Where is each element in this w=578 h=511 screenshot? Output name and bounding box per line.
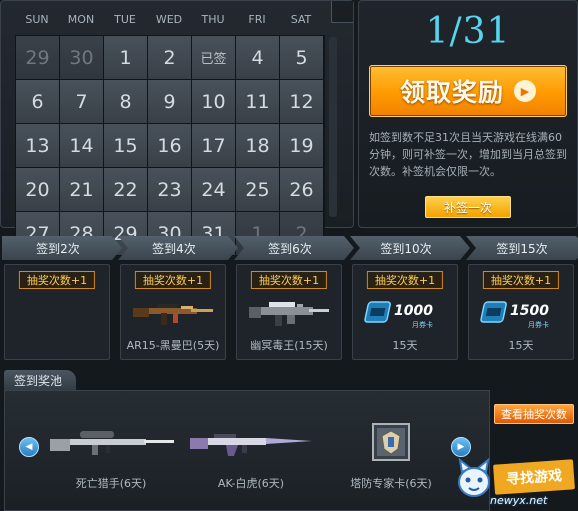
calendar-day[interactable]: 1: [104, 36, 147, 79]
milestone-title: 签到2次: [2, 236, 122, 260]
draw-count-badge: 抽奖次数+1: [250, 271, 328, 289]
draw-count-badge: 抽奖次数+1: [482, 271, 560, 289]
calendar-day[interactable]: 4: [236, 36, 279, 79]
watermark-tag: 寻找游戏: [493, 459, 575, 495]
prev-arrow-icon[interactable]: ◀: [19, 437, 39, 457]
pool-item: 塔防专家卡(6天): [321, 419, 461, 499]
milestone-card: 抽奖次数+1 1500 月券卡 15天: [468, 264, 574, 360]
pool-item-name: 塔防专家卡(6天): [350, 477, 432, 490]
play-arrow-icon: ▶: [514, 80, 536, 102]
resign-button[interactable]: 补签一次: [425, 196, 511, 218]
watermark-site: newyx.net: [490, 494, 548, 507]
resign-description: 如签到数不足31次且当天游戏在线满60分钟，则可补签一次，增加到当月总签到次数。…: [369, 131, 567, 178]
calendar-day[interactable]: 12: [280, 80, 323, 123]
calendar-day[interactable]: 23: [148, 168, 191, 211]
weekday-sat: SAT: [290, 13, 312, 26]
reward-pool-body: ◀ 死亡猎手(6天) AK-白虎(6天) 塔防专家卡(6天) ▶: [4, 390, 490, 511]
calendar-day[interactable]: 16: [148, 124, 191, 167]
reward-name: 幽冥毒王(15天): [250, 339, 328, 352]
milestone-2: 签到2次 抽奖次数+1: [2, 236, 122, 362]
signin-progress: 1/31: [425, 11, 511, 52]
milestone-card: 抽奖次数+1 AR15-黑曼巴(5天): [120, 264, 226, 360]
weekday-header: SUN MON TUE WED THU FRI SAT: [15, 13, 325, 33]
milestone-card: 抽奖次数+1 幽冥毒王(15天): [236, 264, 342, 360]
calendar-day[interactable]: 20: [16, 168, 59, 211]
assault-rifle-icon: [181, 419, 321, 465]
defense-card-icon: [321, 419, 461, 465]
pool-item: AK-白虎(6天): [181, 419, 321, 499]
weekday-fri: FRI: [248, 13, 266, 26]
calendar-day[interactable]: 30: [60, 36, 103, 79]
calendar-day[interactable]: 29: [16, 36, 59, 79]
weekday-wed: WED: [155, 13, 183, 26]
monthly-card-icon: 1000 月券卡: [360, 295, 450, 331]
milestone-title: 签到4次: [118, 236, 238, 260]
pool-item-name: 死亡猎手(6天): [75, 477, 147, 490]
weekday-mon: MON: [67, 13, 95, 26]
calendar-day[interactable]: 21: [60, 168, 103, 211]
calendar-panel: SUN MON TUE WED THU FRI SAT 29 30 1 2 已签 4 5 6 7…: [0, 0, 354, 256]
calendar-day[interactable]: 11: [236, 80, 279, 123]
card-label: 月券卡: [528, 320, 549, 329]
milestone-title: 签到10次: [350, 236, 470, 260]
calendar-day[interactable]: 8: [104, 80, 147, 123]
reward-name: 15天: [508, 339, 534, 352]
draw-count-badge: 抽奖次数+1: [134, 271, 212, 289]
pool-item-name: AK-白虎(6天): [217, 477, 285, 490]
mascot-icon: [458, 458, 490, 497]
reward-pool-tab: 签到奖池: [4, 370, 76, 390]
calendar-day[interactable]: 2: [148, 36, 191, 79]
calendar-day[interactable]: 25: [236, 168, 279, 211]
calendar-day[interactable]: 22: [104, 168, 147, 211]
milestone-15: 签到15次 抽奖次数+1 1500 月券卡 15天: [466, 236, 578, 362]
milestone-4: 签到4次 抽奖次数+1 AR15-黑曼巴(5天): [118, 236, 238, 362]
claim-reward-label: 领取奖励: [399, 78, 504, 107]
calendar-day[interactable]: 15: [104, 124, 147, 167]
weekday-tue: TUE: [114, 13, 136, 26]
card-label: 月券卡: [412, 320, 433, 329]
milestone-10: 签到10次 抽奖次数+1 1000 月券卡 15天: [350, 236, 470, 362]
monthly-card-icon: 1500 月券卡: [476, 295, 566, 331]
site-watermark: 寻找游戏 newyx.net: [454, 434, 578, 511]
calendar-day[interactable]: 18: [236, 124, 279, 167]
calendar-grid: 29 30 1 2 已签 4 5 6 7 8 9 10 11 12 13 14 15 16 17 18 19 20 21 22…: [15, 35, 325, 256]
calendar-day[interactable]: 14: [60, 124, 103, 167]
milestone-card: 抽奖次数+1 1000 月券卡 15天: [352, 264, 458, 360]
calendar-day[interactable]: 13: [16, 124, 59, 167]
milestone-rewards: 签到2次 抽奖次数+1 签到4次 抽奖次数+1 AR15-黑曼巴(5天) 签到6…: [0, 236, 578, 362]
calendar-day[interactable]: 24: [192, 168, 235, 211]
pool-item: 死亡猎手(6天): [41, 419, 181, 499]
milestone-6: 签到6次 抽奖次数+1 幽冥毒王(15天): [234, 236, 354, 362]
machine-gun-icon: [244, 295, 334, 331]
calendar-day[interactable]: 6: [16, 80, 59, 123]
draw-count-badge: 抽奖次数+1: [366, 271, 444, 289]
calendar-scrollbar: [329, 37, 337, 217]
reward-name: 15天: [392, 339, 418, 352]
panel-corner: [331, 1, 353, 23]
calendar-day[interactable]: 19: [280, 124, 323, 167]
calendar-day[interactable]: 10: [192, 80, 235, 123]
signin-panel: 1/31 领取奖励 ▶ 如签到数不足31次且当天游戏在线满60分钟，则可补签一次…: [358, 0, 578, 228]
sniper-rifle-icon: [41, 419, 181, 465]
milestone-title: 签到6次: [234, 236, 354, 260]
calendar-day[interactable]: 9: [148, 80, 191, 123]
card-value: 1000: [394, 303, 433, 319]
calendar-day[interactable]: 26: [280, 168, 323, 211]
calendar-day[interactable]: 5: [280, 36, 323, 79]
reward-name: AR15-黑曼巴(5天): [126, 339, 220, 352]
milestone-title: 签到15次: [466, 236, 578, 260]
draw-count-badge: 抽奖次数+1: [18, 271, 96, 289]
card-value: 1500: [510, 303, 549, 319]
calendar-day[interactable]: 7: [60, 80, 103, 123]
rifle-icon: [128, 295, 218, 331]
weekday-sun: SUN: [25, 13, 49, 26]
calendar-day[interactable]: 17: [192, 124, 235, 167]
calendar-day-signed[interactable]: 已签: [192, 36, 235, 79]
reward-pool: 签到奖池 ◀ 死亡猎手(6天) AK-白虎(6天) 塔防专家卡(6天) ▶: [4, 370, 490, 511]
claim-reward-button[interactable]: 领取奖励 ▶: [369, 65, 567, 117]
view-draw-count-button[interactable]: 查看抽奖次数: [494, 404, 574, 424]
weekday-thu: THU: [201, 13, 225, 26]
milestone-card: 抽奖次数+1: [4, 264, 110, 360]
